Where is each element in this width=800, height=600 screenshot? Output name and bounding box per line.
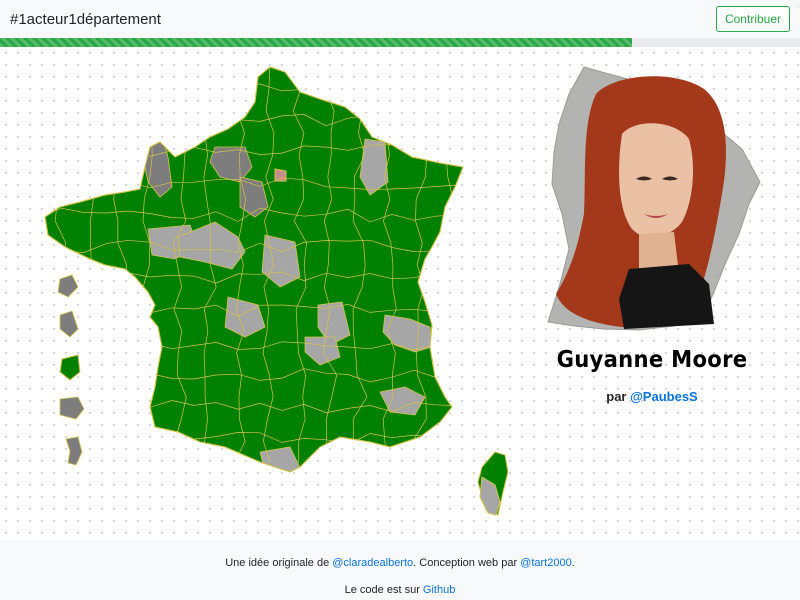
- code-prefix: Le code est sur: [344, 584, 420, 596]
- credits-prefix: Une idée originale de: [225, 557, 330, 569]
- progress-bar-track: [0, 38, 800, 47]
- department-guadeloupe[interactable]: [57, 274, 79, 298]
- footer: Une idée originale de @claradealberto. C…: [0, 540, 800, 600]
- department-border-line: [45, 464, 459, 472]
- department-martinique[interactable]: [59, 310, 79, 338]
- credits-suffix: .: [571, 557, 575, 569]
- navbar: #1acteur1département Contribuer: [0, 0, 800, 38]
- contribute-button[interactable]: Contribuer: [715, 6, 790, 32]
- designer-link[interactable]: @tart2000: [520, 557, 572, 569]
- author-link[interactable]: @claradealberto: [332, 557, 413, 569]
- actor-name: Guyanne Moore: [556, 347, 748, 373]
- actor-attribution: par @PaubesS: [540, 389, 764, 404]
- footer-code: Le code est sur Github: [0, 584, 800, 596]
- actor-portrait: [547, 66, 761, 331]
- progress-bar-fill: [0, 38, 632, 47]
- main-area: Guyanne Moore par @PaubesS: [0, 47, 800, 540]
- department-border-line: [83, 67, 97, 464]
- brand-title[interactable]: #1acteur1département: [10, 11, 161, 28]
- face-shape: [619, 123, 694, 238]
- attribution-handle-link[interactable]: @PaubesS: [630, 389, 698, 404]
- attribution-prefix: par: [606, 389, 627, 404]
- department-guyane[interactable]: [59, 354, 81, 381]
- github-link[interactable]: Github: [423, 584, 455, 596]
- footer-credits: Une idée originale de @claradealberto. C…: [0, 557, 800, 569]
- france-map: [44, 66, 509, 516]
- department-mayotte[interactable]: [65, 436, 83, 466]
- department-border-line: [45, 80, 459, 93]
- credits-middle: . Conception web par: [413, 557, 518, 569]
- department-reunion[interactable]: [59, 396, 85, 420]
- department-paris[interactable]: [274, 168, 287, 182]
